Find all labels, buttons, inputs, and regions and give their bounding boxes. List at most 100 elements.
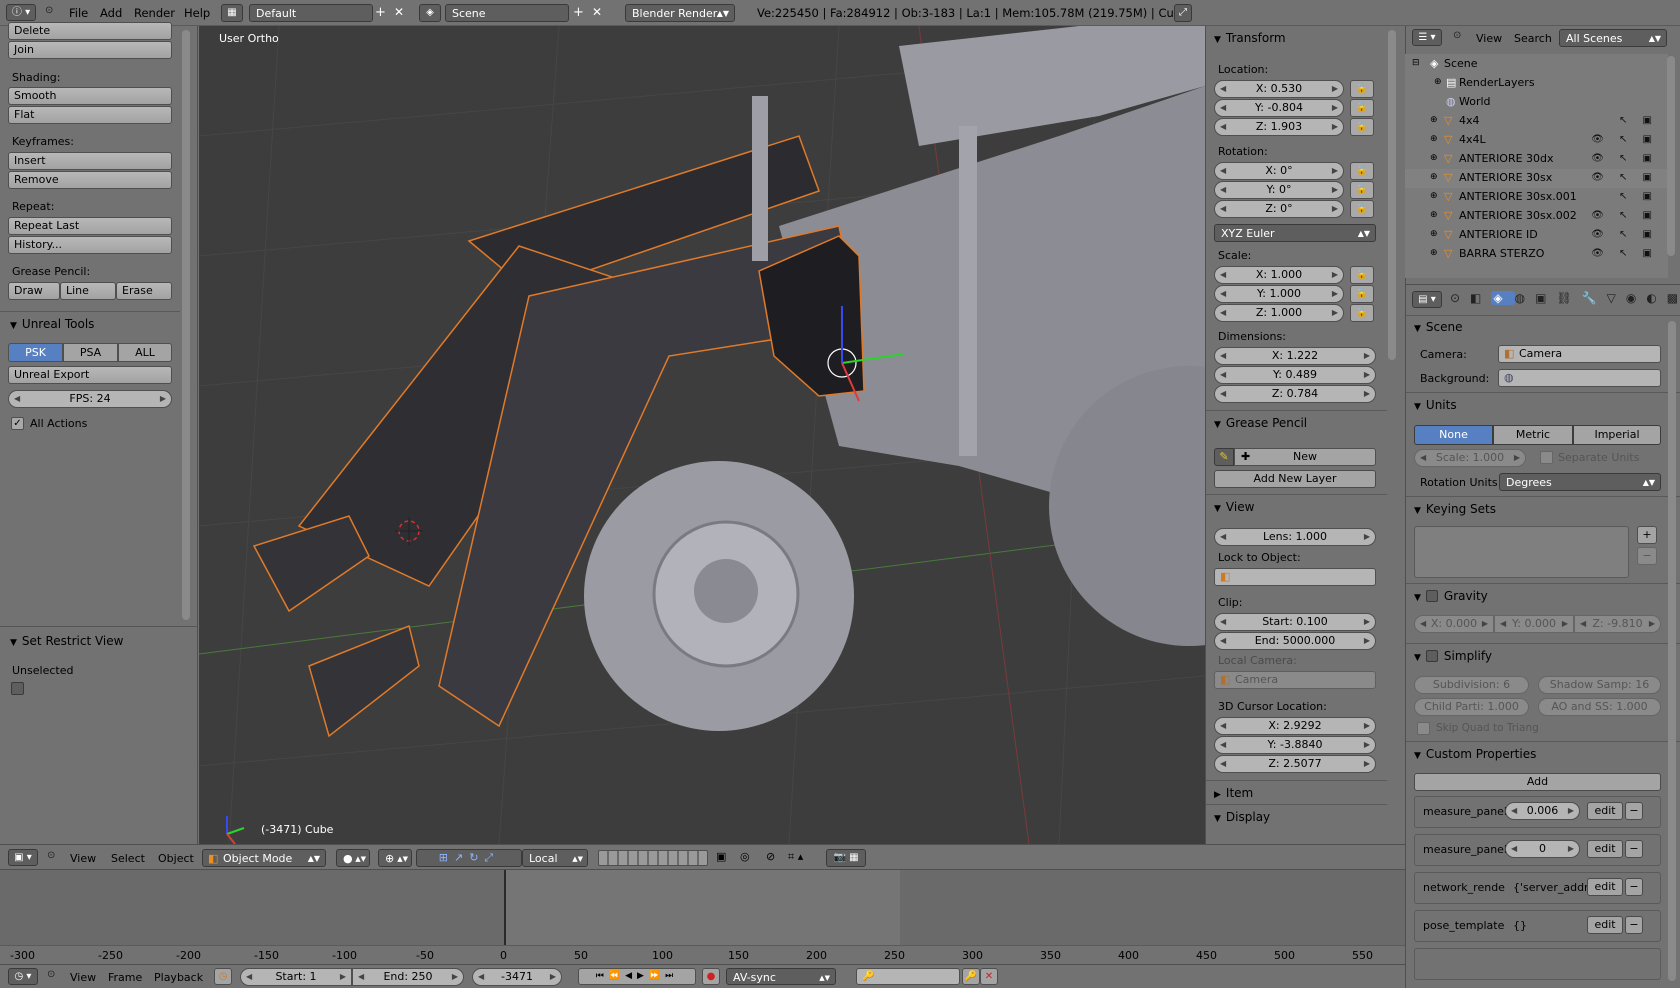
prop-remove-icon[interactable]: − (1625, 840, 1643, 858)
scene-panel[interactable]: ▼ Scene (1414, 320, 1463, 334)
outliner-row-anteriore-30sx[interactable]: ⊕ ▽ ANTERIORE 30sx 👁 ↖ ▣ (1408, 168, 1664, 187)
location-y-field[interactable]: ◀ Y: -0.804 ▶ (1214, 99, 1344, 117)
cursor-x-field[interactable]: ◀ X: 2.9292 ▶ (1214, 717, 1376, 735)
info-editor-icon[interactable]: ⓘ ▾ (6, 4, 36, 21)
outliner-row-barra-sterzo[interactable]: ⊕ ▽ BARRA STERZO 👁 ↖ ▣ (1408, 244, 1664, 263)
view3d-editor-icon[interactable]: ▣ ▾ (8, 849, 38, 866)
fullscreen-icon[interactable]: ⤢ (1174, 4, 1192, 22)
preview-range-icon[interactable]: ◷ (214, 968, 232, 985)
add-property-button[interactable]: Add (1414, 773, 1661, 791)
set-restrict-view-panel[interactable]: ▼ Set Restrict View (10, 634, 123, 648)
add-layout-icon[interactable]: + (375, 5, 386, 20)
ao-ss-field[interactable]: AO and SS: 1.000 (1538, 698, 1661, 716)
lock-icon[interactable]: 🔓 (1350, 266, 1374, 284)
scene-field[interactable]: Scene (445, 4, 569, 22)
outliner-editor-icon[interactable]: ☰ ▾ (1412, 29, 1442, 46)
layout-field[interactable]: Default (249, 4, 373, 22)
prop-edit-button[interactable]: edit (1587, 916, 1623, 934)
visibility-icons[interactable]: ↖ ▣ (1619, 111, 1658, 130)
location-x-field[interactable]: ◀ X: 0.530 ▶ (1214, 80, 1344, 98)
custom-properties-panel[interactable]: ▼ Custom Properties (1414, 747, 1536, 761)
keying-set-field[interactable]: 🔑 (856, 968, 960, 985)
prop-remove-icon[interactable]: − (1625, 802, 1643, 820)
cursor-z-field[interactable]: ◀ Z: 2.5077 ▶ (1214, 755, 1376, 773)
draw-button[interactable]: Draw (8, 282, 60, 300)
collapse-icon[interactable]: ⊙ (47, 969, 55, 980)
dimension-z-field[interactable]: ◀ Z: 0.784 ▶ (1214, 385, 1376, 403)
pencil-icon[interactable]: ✎ (1214, 448, 1234, 466)
history-button[interactable]: History... (8, 236, 172, 254)
prop-edit-button[interactable]: edit (1587, 840, 1623, 858)
scale-y-field[interactable]: ◀ Y: 1.000 ▶ (1214, 285, 1344, 303)
remove-keyframe-button[interactable]: Remove (8, 171, 172, 189)
gravity-z-field[interactable]: ◀ Z: -9.810 ▶ (1574, 615, 1661, 633)
units-metric-button[interactable]: Metric (1493, 425, 1573, 445)
prop-edit-button[interactable]: edit (1587, 802, 1623, 820)
layer-buttons[interactable] (598, 850, 708, 866)
separate-units-checkbox[interactable] (1540, 451, 1553, 464)
orientation-select[interactable]: Local ▲▼ (522, 849, 588, 867)
dimension-y-field[interactable]: ◀ Y: 0.489 ▶ (1214, 366, 1376, 384)
pivot-select[interactable]: ⊕ ▲▼ (378, 849, 412, 867)
view3d-menu-select[interactable]: Select (111, 852, 145, 865)
scale-z-field[interactable]: ◀ Z: 1.000 ▶ (1214, 304, 1344, 322)
unit-scale-field[interactable]: ◀ Scale: 1.000 ▶ (1414, 449, 1526, 467)
dimension-x-field[interactable]: ◀ X: 1.222 ▶ (1214, 347, 1376, 365)
timeline-menu-playback[interactable]: Playback (154, 971, 203, 984)
outliner-row-anteriore-30sx-002[interactable]: ⊕ ▽ ANTERIORE 30sx.002 👁 ↖ ▣ (1408, 206, 1664, 225)
end-frame-field[interactable]: ◀ End: 250 ▶ (352, 968, 464, 986)
rotation-z-field[interactable]: ◀ Z: 0° ▶ (1214, 200, 1344, 218)
unreal-export-button[interactable]: Unreal Export (8, 366, 172, 384)
simplify-panel[interactable]: ▼ Simplify (1414, 649, 1492, 663)
outliner-row-scene[interactable]: ⊟ ◈ Scene (1408, 54, 1664, 73)
prop-edit-button[interactable]: edit (1587, 878, 1623, 896)
timeline-menu-frame[interactable]: Frame (108, 971, 142, 984)
rotation-y-field[interactable]: ◀ Y: 0° ▶ (1214, 181, 1344, 199)
menu-file[interactable]: File (69, 6, 88, 20)
lock-icon[interactable]: 🔓 (1350, 99, 1374, 117)
delete-key-icon[interactable]: ✕ (980, 968, 998, 985)
view-panel[interactable]: ▼ View (1214, 500, 1254, 514)
skip-quad-checkbox[interactable] (1417, 722, 1430, 735)
shelf-scrollbar[interactable] (182, 30, 190, 620)
simplify-checkbox[interactable] (1425, 650, 1438, 662)
all-actions-checkbox[interactable]: ✓ (11, 417, 24, 430)
properties-scrollbar[interactable] (1668, 321, 1676, 981)
outliner-row-4x4[interactable]: ⊕ ▽ 4x4 ↖ ▣ (1408, 111, 1664, 130)
insert-key-icon[interactable]: 🔑 (962, 968, 980, 985)
manipulator-toggle-icons[interactable]: ⊞↗↻⤢ (416, 849, 522, 867)
timeline[interactable] (0, 870, 1405, 963)
menu-render[interactable]: Render (134, 6, 175, 20)
remove-scene-icon[interactable]: ✕ (592, 5, 602, 19)
line-button[interactable]: Line (60, 282, 116, 300)
timeline-menu-view[interactable]: View (70, 971, 96, 984)
timeline-editor-icon[interactable]: ◷ ▾ (8, 968, 38, 985)
join-button[interactable]: Join (8, 41, 172, 59)
lock-icon[interactable]: 🔓 (1350, 285, 1374, 303)
outliner-scrollbar[interactable] (1667, 56, 1675, 256)
add-keying-set-icon[interactable]: + (1637, 526, 1657, 544)
clip-end-field[interactable]: ◀ End: 5000.000 ▶ (1214, 632, 1376, 650)
collapse-icon[interactable]: ⊙ (45, 5, 53, 16)
properties-editor-icon[interactable]: ▤ ▾ (1412, 291, 1442, 308)
all-button[interactable]: ALL (118, 343, 172, 362)
render-engine-select[interactable]: Blender Render ▲▼ (625, 4, 735, 22)
visibility-icons[interactable]: 👁 ↖ ▣ (1591, 225, 1658, 244)
view3d-menu-view[interactable]: View (70, 852, 96, 865)
outliner-filter-select[interactable]: All Scenes ▲▼ (1559, 29, 1667, 47)
gravity-panel[interactable]: ▼ Gravity (1414, 589, 1488, 603)
new-grease-button[interactable]: ✚ New (1234, 448, 1376, 466)
start-frame-field[interactable]: ◀ Start: 1 ▶ (240, 968, 352, 986)
add-new-layer-button[interactable]: Add New Layer (1214, 470, 1376, 488)
keying-sets-list[interactable] (1414, 526, 1629, 578)
properties-context-tabs[interactable]: ⊙◧ ◈ ◍▣⛓🔧▽◉◐▩ (1450, 291, 1678, 311)
child-particles-field[interactable]: Child Parti: 1.000 (1414, 698, 1529, 716)
clip-start-field[interactable]: ◀ Start: 0.100 ▶ (1214, 613, 1376, 631)
n-panel-scrollbar[interactable] (1388, 30, 1396, 360)
repeat-last-button[interactable]: Repeat Last (8, 217, 172, 235)
visibility-icons[interactable]: 👁 ↖ ▣ (1591, 168, 1658, 187)
object-mode-select[interactable]: ◧ Object Mode ▲▼ (202, 849, 326, 867)
transform-panel[interactable]: ▼ Transform (1214, 31, 1286, 45)
rotation-x-field[interactable]: ◀ X: 0° ▶ (1214, 162, 1344, 180)
psa-button[interactable]: PSA (63, 343, 118, 362)
